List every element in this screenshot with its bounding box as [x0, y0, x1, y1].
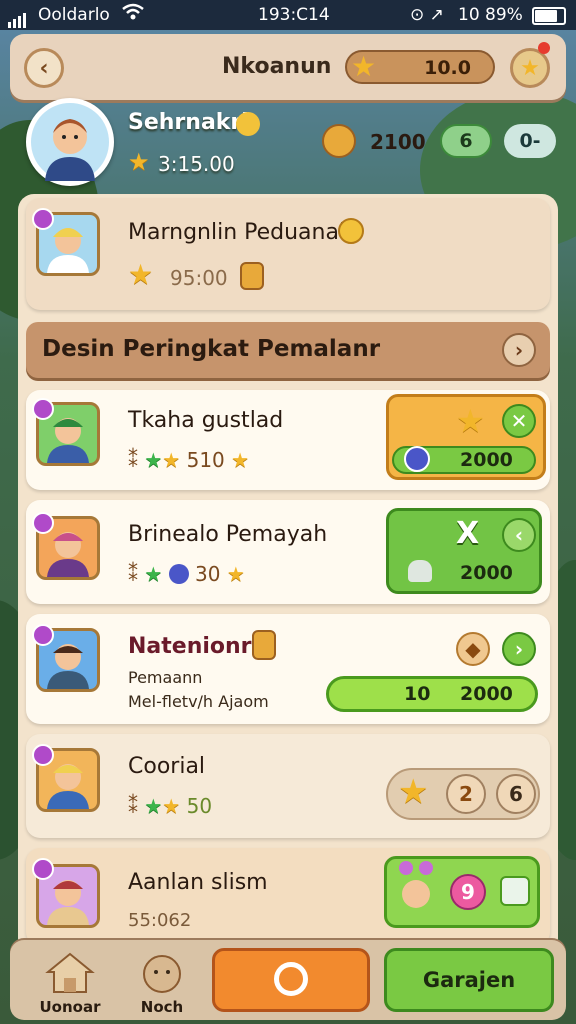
- star-icon: ★: [398, 772, 429, 812]
- player-name: Sehrnakri: [128, 110, 249, 135]
- arrow-left-icon: ‹: [514, 523, 524, 547]
- player-name: Tkaha gustlad: [128, 408, 284, 433]
- featured-name: Marngnlin Peduanain: [128, 220, 360, 245]
- circle-icon: [274, 962, 308, 996]
- star-icon: ★: [144, 562, 163, 586]
- close-icon: ✕: [510, 409, 528, 433]
- player-name: Brinealo Pemayah: [128, 522, 328, 547]
- page-title: Nkoanun: [222, 54, 332, 79]
- star-icon: ★: [144, 448, 163, 472]
- coin-icon: ★: [351, 50, 377, 83]
- next-button[interactable]: ›: [502, 632, 536, 666]
- rank-badge: [32, 512, 54, 534]
- coin-value: 10.0: [424, 57, 471, 79]
- coin-icon: [236, 112, 260, 136]
- star-icon: ★: [128, 148, 150, 176]
- nav-home-label[interactable]: Uonoar: [30, 998, 110, 1016]
- extra-badge: 0-: [504, 124, 556, 158]
- rating-value: 510: [186, 448, 225, 472]
- player-detail: Mel-fletv/h Ajaom: [128, 692, 269, 711]
- rank-badge: [32, 744, 54, 766]
- player-subtitle: Pemaann: [128, 668, 203, 687]
- coin-stat: 2100: [370, 130, 426, 154]
- notification-dot: [538, 42, 550, 54]
- battery-icon: [532, 7, 566, 25]
- player-score: 55:062: [128, 910, 192, 931]
- featured-score: 95:00: [170, 266, 228, 290]
- rating-value: 50: [186, 794, 213, 818]
- shield-icon: [240, 262, 264, 290]
- back-button[interactable]: ‹: [24, 48, 64, 88]
- gem-icon: [168, 564, 189, 584]
- circle-button[interactable]: 2: [446, 774, 486, 814]
- progress-value: 10: [404, 683, 431, 705]
- star-icon: ⁑: [128, 448, 138, 472]
- amount-value: 2000: [460, 683, 513, 705]
- coin-icon: [338, 218, 364, 244]
- coin-icon: [322, 124, 356, 158]
- shield-icon: [252, 630, 276, 660]
- star-icon: ⁑: [128, 562, 138, 586]
- bonus-count: 9: [450, 874, 486, 910]
- banner-next-button[interactable]: ›: [502, 333, 536, 367]
- player-score: 3:15.00: [158, 152, 235, 176]
- player-name: Aanlan slism: [128, 870, 268, 895]
- nav-second-label[interactable]: Noch: [122, 998, 202, 1016]
- star-icon: ★: [520, 55, 540, 81]
- star-icon: ★: [162, 794, 181, 818]
- wifi-icon: [122, 3, 144, 26]
- rating: ⁑ ★ 30 ★: [128, 562, 245, 586]
- circle-button[interactable]: 6: [496, 774, 536, 814]
- star-icon: ★: [456, 402, 485, 440]
- rating: ⁑ ★★ 510 ★: [128, 448, 249, 472]
- rank-badge: [32, 208, 54, 230]
- chevron-left-icon: ‹: [39, 55, 49, 81]
- star-icon: ★: [231, 448, 250, 472]
- rank-badge: [32, 398, 54, 420]
- star-icon: ★: [162, 448, 181, 472]
- rank-badge: [32, 624, 54, 646]
- close-circle-button[interactable]: ✕: [502, 404, 536, 438]
- chevron-right-icon: ›: [514, 338, 524, 362]
- chevron-right-icon: ›: [514, 637, 524, 661]
- clock: 193:C14: [258, 5, 330, 25]
- favorites-button[interactable]: ★: [510, 48, 550, 88]
- amount-value: 2000: [460, 562, 513, 584]
- amount-value: 2000: [460, 449, 513, 471]
- rating: ⁑ ★★ 50: [128, 794, 212, 818]
- pet-icon[interactable]: [136, 950, 188, 994]
- star-icon: ★: [144, 794, 163, 818]
- gem-icon: [404, 446, 430, 472]
- rank-badge: [32, 858, 54, 880]
- home-icon[interactable]: [44, 950, 96, 994]
- player-avatar[interactable]: [26, 98, 114, 186]
- x-mark: X: [456, 516, 480, 551]
- carrier-name: Ooldarlo: [38, 5, 110, 25]
- banner-title: Desin Peringkat Pemalanr: [42, 336, 381, 362]
- location-icon: ⊙ ↗: [410, 5, 444, 25]
- undo-circle-button[interactable]: ‹: [502, 518, 536, 552]
- featured-card[interactable]: [26, 198, 550, 310]
- star-icon: ★: [128, 258, 154, 291]
- primary-action-button[interactable]: Garajen: [384, 948, 554, 1012]
- star-icon: ★: [226, 562, 245, 586]
- status-bar: Ooldarlo 193:C14 ⊙ ↗ 10 89%: [0, 0, 576, 30]
- star-icon: ⁑: [128, 794, 138, 818]
- player-name: Coorial: [128, 754, 206, 779]
- signal-icon: [8, 8, 28, 28]
- dice-icon: [500, 876, 530, 906]
- character-icon: [396, 860, 436, 918]
- diamond-button[interactable]: ◆: [456, 632, 490, 666]
- coin-counter: ★ 10.0: [345, 50, 495, 84]
- rating-value: 30: [195, 562, 221, 586]
- player-name: Natenionri: [128, 634, 260, 659]
- level-badge: 6: [440, 124, 492, 158]
- ghost-icon: [408, 560, 432, 582]
- battery-percent: 10 89%: [458, 5, 523, 25]
- diamond-icon: ◆: [465, 637, 481, 661]
